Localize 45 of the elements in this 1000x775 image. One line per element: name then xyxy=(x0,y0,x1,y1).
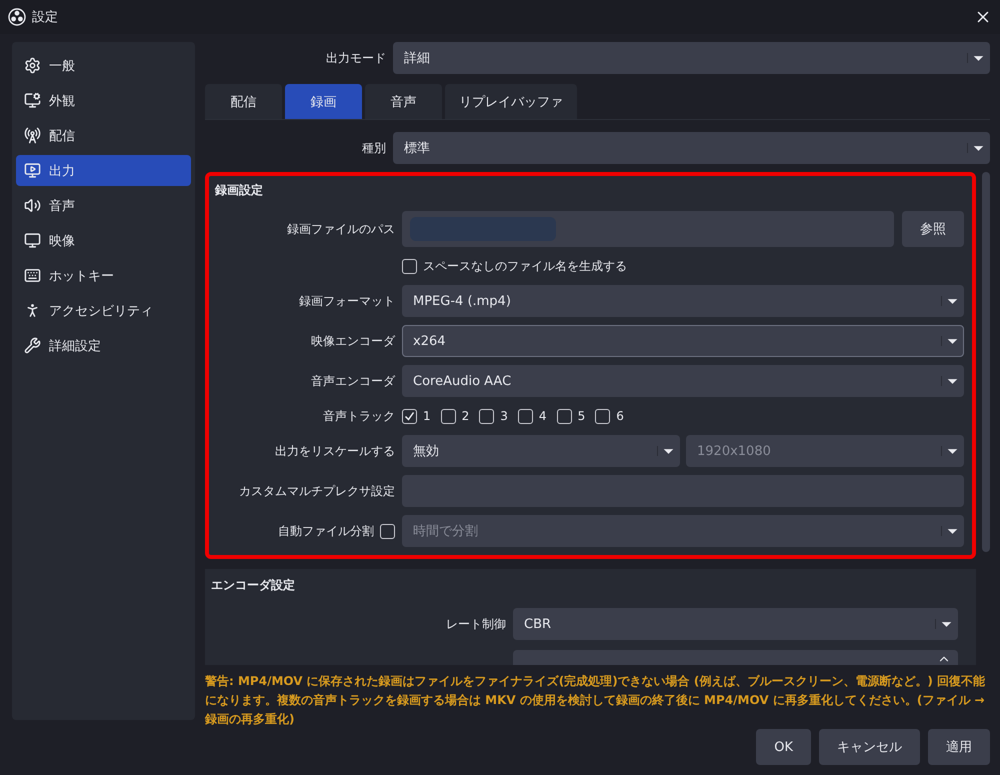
checkbox-label: 4 xyxy=(538,409,547,423)
sidebar-item[interactable]: 音声 xyxy=(16,190,191,221)
field-label: 映像エンコーダ xyxy=(310,332,395,350)
dropdown[interactable]: CBR xyxy=(513,608,958,640)
checkbox-label: スペースなしのファイル名を生成する xyxy=(423,258,627,274)
checkbox-label: 6 xyxy=(616,409,624,423)
field-label: 種別 xyxy=(361,140,386,156)
sidebar-item[interactable]: 一般 xyxy=(16,50,191,81)
tab[interactable]: 音声 xyxy=(365,84,442,119)
tab[interactable]: リプレイバッファ xyxy=(445,84,577,119)
checkbox-label: 2 xyxy=(462,409,470,423)
sidebar-item[interactable]: 詳細設定 xyxy=(16,330,191,361)
field-label: 出力をリスケールする xyxy=(274,442,395,460)
dialog-button[interactable]: OK xyxy=(756,729,811,765)
section-title: 録画設定 xyxy=(215,182,264,199)
checkbox-label: 1 xyxy=(423,409,431,423)
field-label: 音声エンコーダ xyxy=(310,372,395,390)
dropdown[interactable]: 詳細 xyxy=(393,42,990,74)
dropdown[interactable]: MPEG-4 (.mp4) xyxy=(402,285,964,317)
field-label: レート制御 xyxy=(445,616,506,632)
checkbox-label: 3 xyxy=(500,409,508,423)
field-label: 録画ファイルのパス xyxy=(286,220,395,238)
sidebar-item[interactable]: 配信 xyxy=(16,120,191,151)
field-label: 自動ファイル分割 xyxy=(278,522,374,540)
sidebar-item[interactable]: アクセシビリティ xyxy=(16,295,191,326)
tab[interactable]: 録画 xyxy=(285,84,362,119)
sidebar-item[interactable]: 映像 xyxy=(16,225,191,256)
section-title: エンコーダ設定 xyxy=(211,577,296,594)
sidebar-item[interactable]: 出力 xyxy=(16,155,191,186)
dropdown[interactable]: CoreAudio AAC xyxy=(402,365,964,397)
warning-text: 警告: MP4/MOV に保存された録画はファイルをファイナライズ(完成処理)できない場合 (例えば、ブルースクリーン、電源断など。) 回復不能になります。複数の音声トラックを録画する場合は MKV の使用を検討して録画の終了後に MP4/MOV に再多重化してください。(ファイル → 録画の再多重化) xyxy=(205,673,986,728)
sidebar-item[interactable]: 外観 xyxy=(16,85,191,116)
field-label: カスタムマルチプレクサ設定 xyxy=(238,482,395,500)
dropdown[interactable]: 標準 xyxy=(393,132,990,164)
field-label: 録画フォーマット xyxy=(298,292,395,310)
browse-button[interactable]: 参照 xyxy=(902,211,964,247)
dialog-button[interactable]: キャンセル xyxy=(819,729,920,765)
field-label: 出力モード xyxy=(325,50,386,66)
tab[interactable]: 配信 xyxy=(205,84,282,119)
window-title: 設定 xyxy=(32,9,59,26)
dialog-button[interactable]: 適用 xyxy=(928,729,990,765)
dropdown[interactable]: x264 xyxy=(402,325,964,357)
checkbox-label: 5 xyxy=(578,409,586,423)
sidebar-item[interactable]: ホットキー xyxy=(16,260,191,291)
field-label: 音声トラック xyxy=(322,408,395,424)
